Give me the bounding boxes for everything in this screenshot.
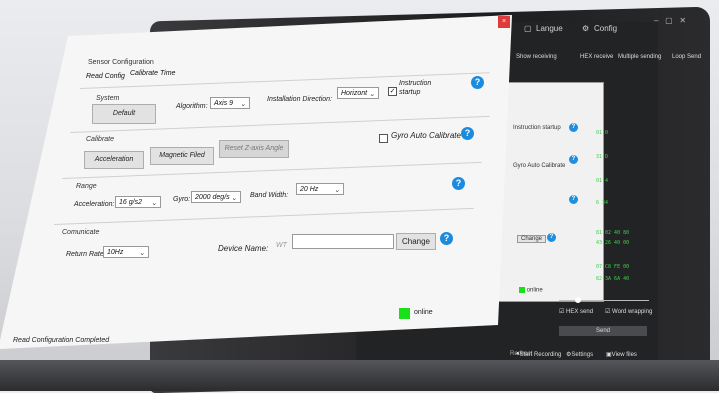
communicate-section-label: Comunicate [62, 229, 100, 236]
chevron-down-icon: ⌄ [139, 250, 145, 257]
range-section-label: Range [76, 183, 97, 190]
calibrate-section-label: Calibrate [86, 136, 115, 143]
gear-icon: ⚙ [582, 24, 590, 33]
reset-z-axis-button[interactable]: Reset Z-axis Angle [219, 140, 289, 158]
range-acceleration-select[interactable]: 16 g/s2 ⌄ [115, 196, 161, 208]
device-name-input[interactable] [292, 234, 394, 249]
bg-help-icon[interactable]: ? [569, 195, 578, 204]
word-wrapping-toggle[interactable]: ☑ Word wrapping [605, 308, 652, 315]
bg-gyro-auto-calibrate[interactable]: Gyro Auto Calibrate [513, 163, 565, 169]
bandwidth-label: Band Width: [250, 192, 289, 199]
background-send-area: ☑ HEX send ☑ Word wrapping Send [555, 297, 655, 350]
chevron-down-icon: ⌄ [334, 187, 340, 194]
bg-help-icon[interactable]: ? [569, 123, 578, 132]
device-name-prefix: WT [276, 242, 287, 249]
lang-icon: ▢ [524, 24, 532, 33]
change-button[interactable]: Change [396, 233, 436, 250]
maximize-icon[interactable]: ▢ [665, 16, 673, 25]
help-icon[interactable]: ? [471, 76, 484, 89]
installation-direction-select[interactable]: Horizont ⌄ [337, 87, 379, 99]
loop-send-toggle[interactable]: Loop Send [672, 54, 701, 60]
menu-read-config[interactable]: Read Config [86, 73, 125, 80]
gyro-auto-calibrate-label: Gyro Auto Calibrate [391, 131, 461, 140]
instruction-startup-checkbox[interactable]: ✓ [388, 87, 397, 96]
chevron-down-icon: ⌄ [240, 101, 246, 108]
hex-receive-toggle[interactable]: HEX receive [580, 54, 613, 60]
settings-button[interactable]: ⚙ Settings [566, 351, 593, 358]
menu-calibrate-time[interactable]: Calibrate Time [130, 70, 175, 77]
chevron-down-icon: ⌄ [369, 91, 375, 98]
bg-online-label: online [519, 287, 543, 294]
show-receiving-toggle[interactable]: Show receiving [516, 54, 557, 60]
instruction-startup-label: Instruction startup [399, 80, 432, 96]
help-icon[interactable]: ? [440, 232, 453, 245]
status-message: Read Configuration Completed [13, 337, 110, 344]
close-icon[interactable]: ✕ [679, 16, 686, 25]
dialog-close-button[interactable]: × [498, 16, 510, 28]
installation-direction-label: Installation Direction: [267, 96, 332, 103]
gyro-range-label: Gyro: [173, 196, 191, 203]
background-toolbar: Show receiving HEX receive Multiple send… [480, 52, 701, 66]
gyro-auto-calibrate-checkbox[interactable] [379, 134, 388, 143]
range-acceleration-label: Acceleration: [74, 201, 115, 208]
start-recording-button[interactable]: ● Start Recording [516, 351, 561, 358]
minimize-icon[interactable]: – [654, 16, 658, 25]
algorithm-label: Algorithm: [176, 103, 208, 110]
send-button[interactable]: Send [559, 326, 647, 336]
gyro-range-select[interactable]: 2000 deg/s ⌄ [191, 191, 241, 203]
algorithm-select[interactable]: Axis 9 ⌄ [210, 97, 250, 109]
bg-help-icon[interactable]: ? [547, 233, 556, 242]
chevron-down-icon: ⌄ [231, 195, 237, 202]
online-status-label: online [414, 309, 433, 316]
acceleration-calibrate-button[interactable]: Acceleration [84, 151, 144, 169]
langue-menu[interactable]: Langue [536, 24, 563, 33]
default-button[interactable]: Default [92, 104, 156, 124]
system-section-label: System [96, 95, 120, 102]
return-rate-select[interactable]: 10Hz ⌄ [103, 246, 149, 258]
chevron-down-icon: ⌄ [151, 200, 157, 207]
background-terminal: 01 0 31 D 01 4 6 34 81 02 40 80 43 26 40… [596, 130, 630, 282]
device-name-label: Device Name: [218, 244, 269, 253]
multiple-sending-toggle[interactable]: Multiple sending [618, 54, 661, 60]
bg-instruction-startup[interactable]: Instruction startup [513, 125, 561, 131]
bg-change-button[interactable]: Change [517, 235, 547, 243]
hex-send-toggle[interactable]: ☑ HEX send [559, 308, 593, 315]
dialog-title: Sensor Configuration [88, 59, 154, 66]
view-files-button[interactable]: ▣ View files [606, 351, 637, 358]
help-icon[interactable]: ? [452, 177, 465, 190]
bandwidth-select[interactable]: 20 Hz ⌄ [296, 183, 344, 195]
bg-help-icon[interactable]: ? [569, 155, 578, 164]
background-status-strip: Redirect ● Start Recording ⚙ Settings ▣ … [510, 350, 710, 360]
background-window-controls[interactable]: – ▢ ✕ [654, 16, 694, 26]
slider-handle[interactable] [575, 297, 581, 303]
config-menu[interactable]: Config [594, 24, 617, 33]
help-icon[interactable]: ? [461, 127, 474, 140]
magnetic-field-button[interactable]: Magnetic Filed [150, 147, 214, 165]
bg-online-indicator [519, 287, 525, 293]
background-config-panel: Instruction startup ? Gyro Auto Calibrat… [470, 82, 604, 302]
laptop-bezel [0, 360, 719, 391]
return-rate-label: Return Rate: [66, 251, 106, 258]
